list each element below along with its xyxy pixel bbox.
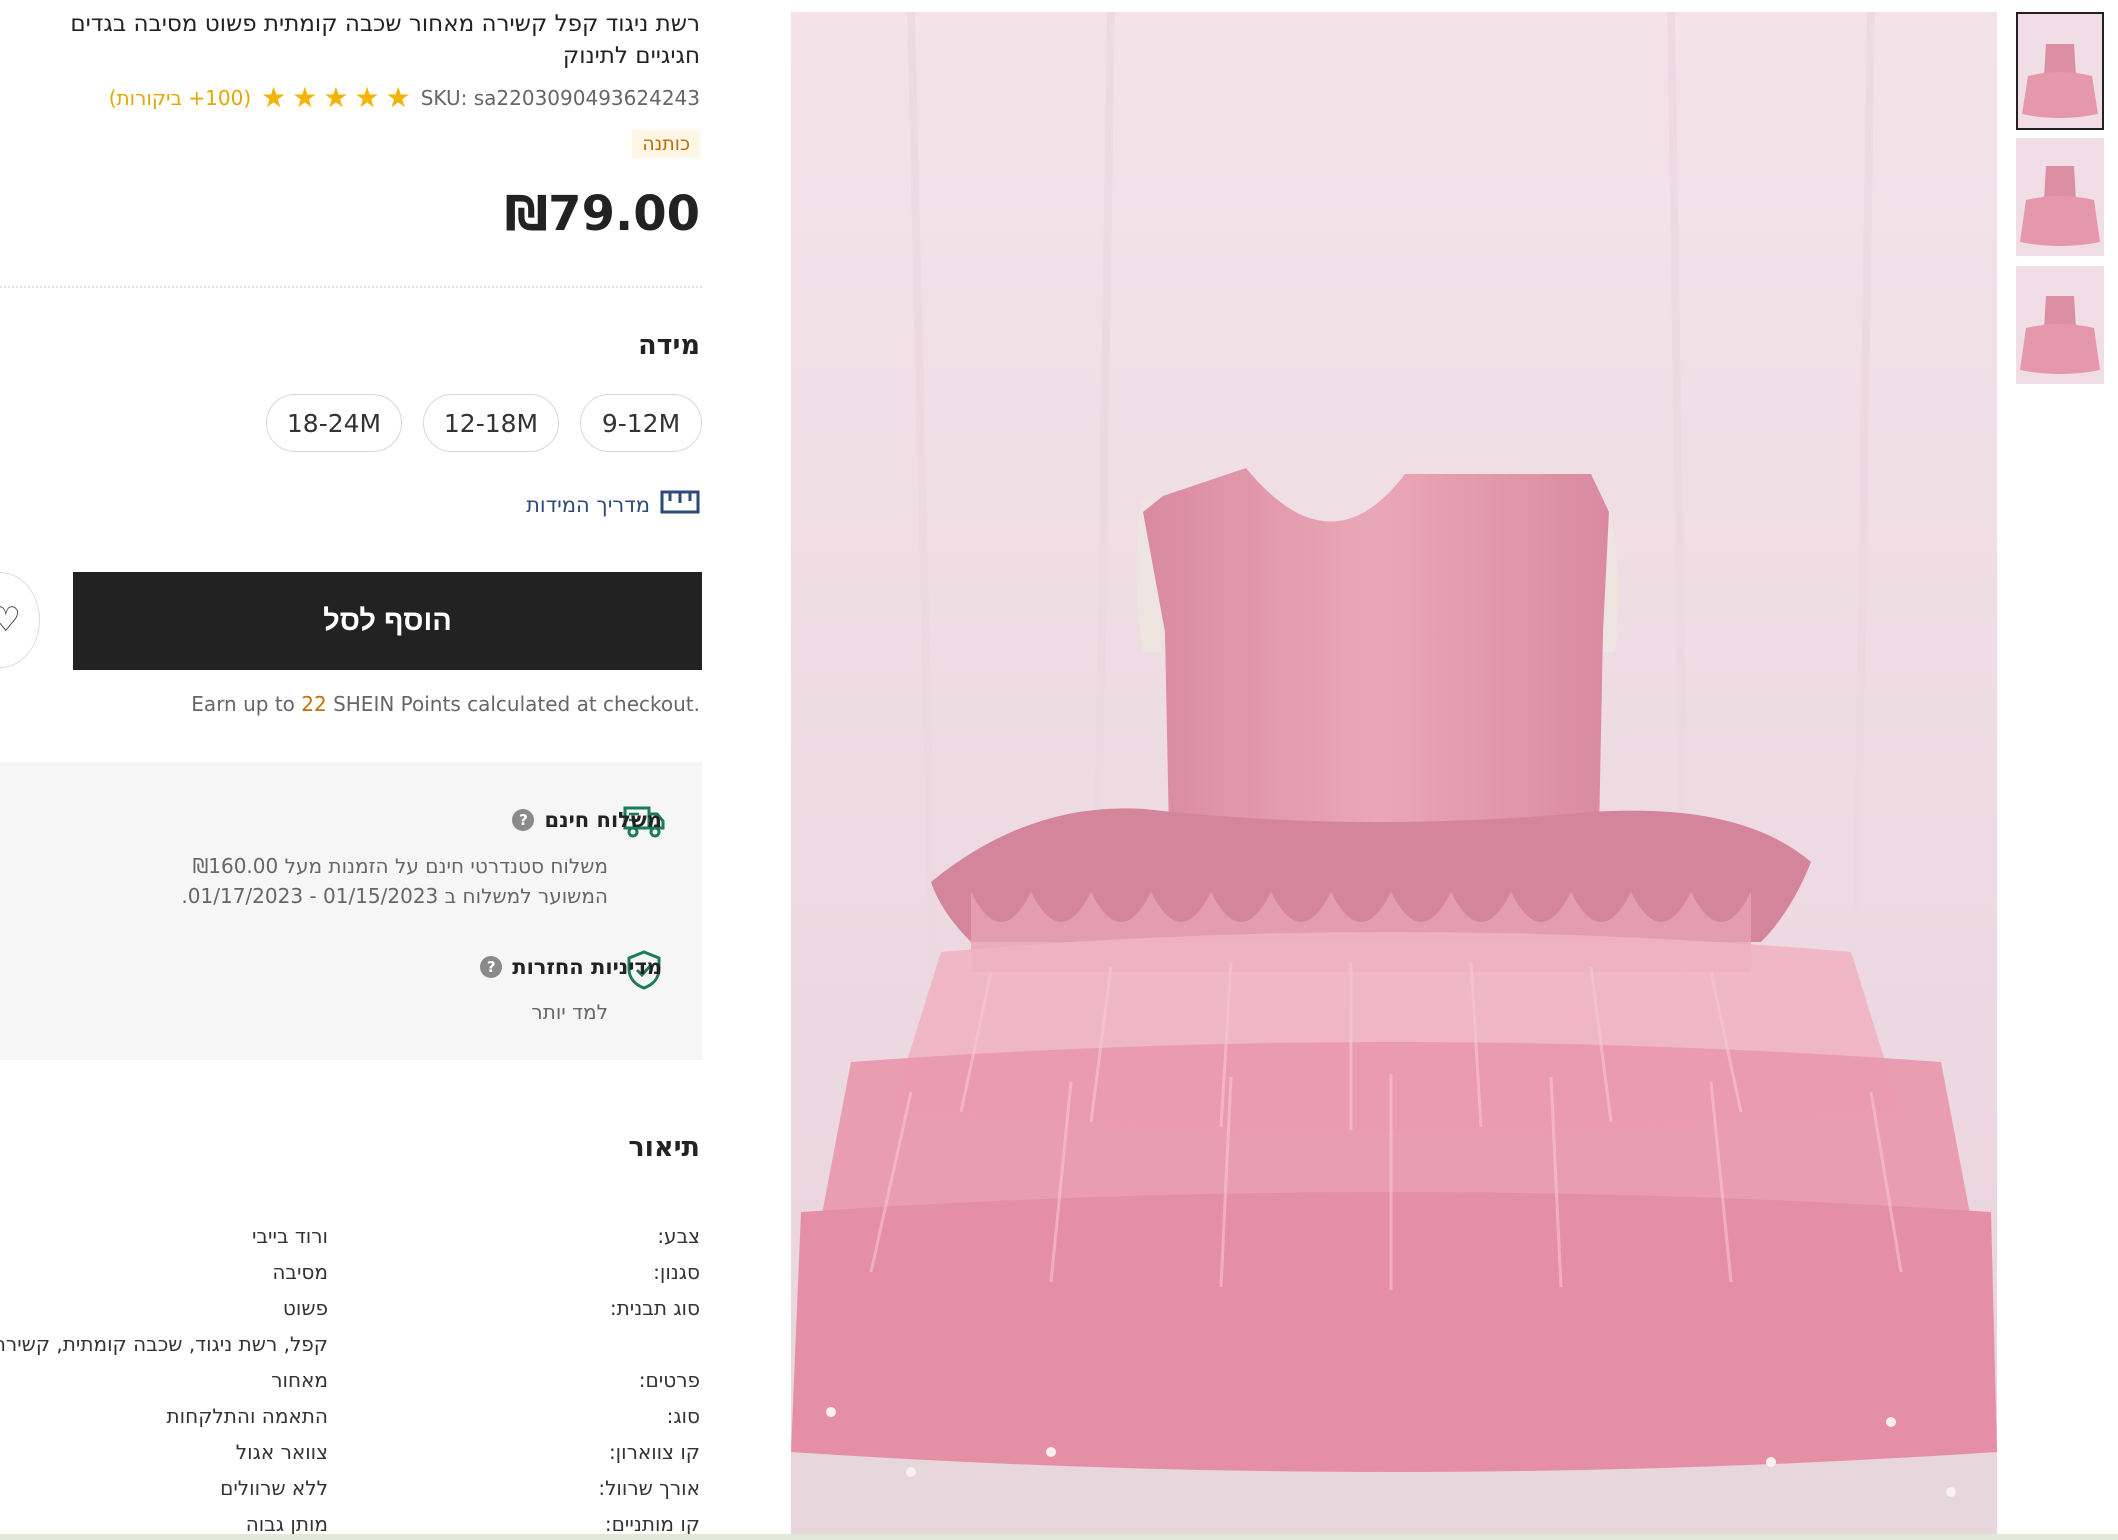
size-heading: מידה <box>638 330 700 361</box>
desc-value-sleeve: ללא שרוולים <box>220 1476 328 1500</box>
star-icon: ★ <box>354 81 380 114</box>
desc-key-sleeve: אורך שרוול: <box>598 1476 700 1500</box>
desc-key-type: סוג: <box>666 1404 700 1428</box>
desc-key-style: סגנון: <box>653 1260 700 1284</box>
rating-stars[interactable]: ★ ★ ★ ★ ★ <box>261 84 411 112</box>
desc-value-color: ורוד בייבי <box>251 1224 328 1248</box>
product-title: רשת ניגוד קפל קשירה מאחור שכבה קומתית פש… <box>70 11 700 69</box>
product-price: ₪79.00 <box>504 186 700 242</box>
points-text: Earn up to 22 SHEIN Points calculated at… <box>191 692 700 716</box>
desc-value-type: התאמה והתלקחות <box>166 1404 328 1428</box>
shipping-line-2: המשוער למשלוח ב 01/15/2023 - 01/17/2023. <box>181 884 608 908</box>
desc-value-pattern: פשוט <box>282 1296 328 1320</box>
points-value: 22 <box>301 692 327 716</box>
sku-rating-row: SKU: sa2203090493624243 ★ ★ ★ ★ ★ (100+ … <box>109 82 700 114</box>
wishlist-button[interactable]: ♡ <box>0 572 40 668</box>
desc-key-waist: קו מותניים: <box>604 1512 700 1536</box>
star-icon: ★ <box>323 81 349 114</box>
question-icon[interactable]: ? <box>480 956 503 978</box>
description-heading: תיאור <box>628 1132 700 1163</box>
points-suffix: SHEIN Points calculated at checkout. <box>326 692 700 716</box>
desc-value-details-1: קפל, רשת ניגוד, שכבה קומתית, קשירה <box>0 1332 328 1356</box>
star-icon: ★ <box>385 81 411 114</box>
desc-key-details: פרטים: <box>638 1368 700 1392</box>
material-badge: כותנה <box>632 130 700 158</box>
returns-title: מדיניות החזרות <box>512 955 662 979</box>
divider <box>0 286 702 288</box>
size-option-18-24m[interactable]: 18-24M <box>266 394 402 452</box>
desc-key-color: צבע: <box>657 1224 700 1248</box>
star-icon: ★ <box>292 81 318 114</box>
shipping-line-1: משלוח סטנדרטי חינם על הזמנות מעל ₪160.00 <box>192 854 608 878</box>
shipping-title: משלוח חינם <box>544 808 662 832</box>
desc-value-details-2: מאחור <box>271 1368 328 1392</box>
main-product-image[interactable] <box>791 12 1997 1540</box>
thumbnail-2[interactable] <box>2016 138 2104 256</box>
reviews-link[interactable]: (100+ ביקורות) <box>109 86 251 110</box>
add-to-cart-button[interactable]: הוסף לסל <box>73 572 702 670</box>
desc-value-neckline: צוואר אגול <box>235 1440 328 1464</box>
sku-text: SKU: sa2203090493624243 <box>420 86 700 110</box>
star-icon: ★ <box>261 81 287 114</box>
bottom-border <box>0 1534 2118 1540</box>
question-icon[interactable]: ? <box>512 809 535 831</box>
size-guide-link[interactable]: מדריך המידות <box>526 490 700 519</box>
size-guide-label: מדריך המידות <box>526 492 650 517</box>
thumbnail-1[interactable] <box>2016 12 2104 130</box>
points-prefix: Earn up to <box>191 692 302 716</box>
size-option-9-12m[interactable]: 9-12M <box>580 394 702 452</box>
thumbnail-3[interactable] <box>2016 266 2104 384</box>
desc-value-waist: מותן גבוה <box>245 1512 328 1536</box>
returns-title-row: מדיניות החזרות ? <box>480 955 662 979</box>
shipping-title-row: משלוח חינם ? <box>512 808 662 832</box>
desc-value-style: מסיבה <box>272 1260 328 1284</box>
desc-key-neckline: קו צווארון: <box>608 1440 700 1464</box>
ruler-icon <box>660 490 700 519</box>
size-option-12-18m[interactable]: 12-18M <box>423 394 559 452</box>
learn-more-link[interactable]: למד יותר <box>531 1000 608 1024</box>
desc-key-pattern: סוג תבנית: <box>609 1296 700 1320</box>
heart-icon: ♡ <box>0 600 21 640</box>
